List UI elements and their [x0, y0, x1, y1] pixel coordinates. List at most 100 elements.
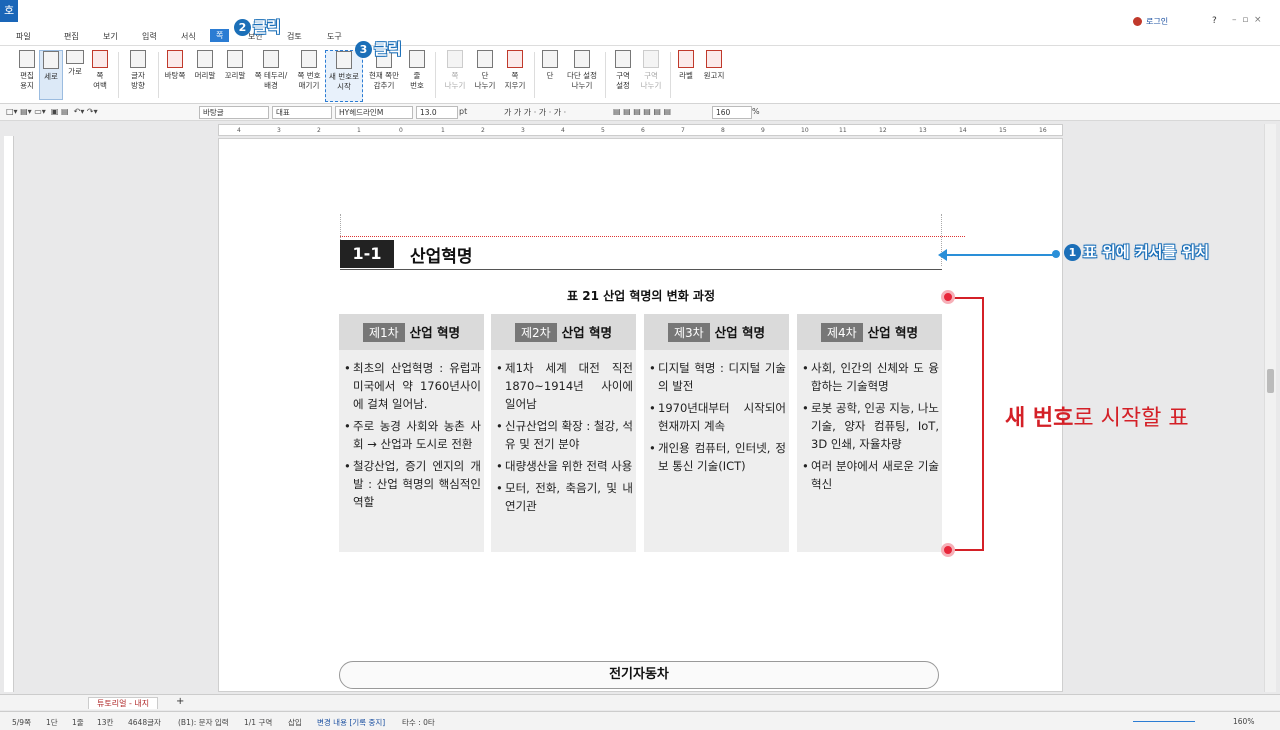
- list-item: 주로 농경 사회와 농촌 사회 → 산업과 도시로 전환: [344, 417, 481, 453]
- line-number-button[interactable]: 줄 번호: [405, 50, 429, 91]
- menu-insert[interactable]: 입력: [142, 31, 157, 42]
- table-column-3[interactable]: 제3차 산업 혁명 디지털 혁명 : 디지털 기술의 발전 1970년대부터 시작…: [644, 314, 789, 552]
- status-track[interactable]: 변경 내용 [기록 중지]: [317, 717, 385, 728]
- table-column-4[interactable]: 제4차 산업 혁명 사회, 인간의 신체와 도 융합하는 기술혁명 로봇 공학, …: [797, 314, 942, 552]
- column-title: 산업 혁명: [867, 325, 919, 340]
- ruler-number: 9: [761, 127, 765, 134]
- delete-page-label: 쪽 지우기: [504, 71, 526, 90]
- page-border-button[interactable]: 쪽 테두리/ 배경: [251, 50, 291, 91]
- next-section-box[interactable]: 전기자동차: [339, 661, 939, 689]
- status-input: (B1): 문자 입력: [178, 718, 229, 727]
- era-badge: 제1차: [362, 323, 405, 342]
- page-break-button[interactable]: 쪽 나누기: [442, 50, 468, 91]
- column-title: 산업 혁명: [409, 325, 461, 340]
- ruler-number: 12: [879, 127, 887, 134]
- toolbar-file-icons[interactable]: □▾ ▤▾ ▭▾ ▣ ▤ ↶▾ ↷▾: [6, 107, 98, 116]
- column-break-icon: [477, 50, 493, 68]
- ruler-number: 10: [801, 127, 809, 134]
- ruler-number: 8: [721, 127, 725, 134]
- zoom-input[interactable]: 160: [712, 106, 752, 119]
- header-label: 머리말: [194, 71, 216, 80]
- heading-number: 1-1: [340, 240, 394, 268]
- multi-column-button[interactable]: 다단 설정 나누기: [564, 50, 600, 91]
- table-caption[interactable]: 표 21 산업 혁명의 변화 과정: [340, 287, 942, 304]
- text-direction-button[interactable]: 글자 방향: [124, 50, 152, 91]
- help-button[interactable]: ?: [1212, 16, 1217, 26]
- footer-label: 꼬리말: [224, 71, 246, 80]
- style-select[interactable]: 바탕글: [199, 106, 269, 119]
- list-item: 1970년대부터 시작되어 현재까지 계속: [649, 399, 786, 435]
- page-break-label: 쪽 나누기: [444, 71, 466, 90]
- table-column-2[interactable]: 제2차 산업 혁명 제1차 세계 대전 직전 1870~1914년 사이에 일어남…: [491, 314, 636, 552]
- status-typo: 타수 : 0타: [402, 718, 435, 727]
- landscape-button[interactable]: 가로: [63, 50, 87, 77]
- section-break-button[interactable]: 구역 나누기: [638, 50, 664, 91]
- hwp-window: 호 로그인 ? – ▫ × 파일 편집 보기 입력 서식 쪽 보안 검토 도구 …: [0, 0, 1280, 730]
- manuscript-button[interactable]: 원고지: [700, 50, 728, 81]
- char-format-icons[interactable]: 가 가 가 · 가 · 가 ·: [504, 107, 566, 118]
- status-zoom[interactable]: 160%: [1233, 717, 1254, 726]
- list-item: 사회, 인간의 신체와 도 융합하는 기술혁명: [802, 359, 939, 395]
- align-icons[interactable]: ▤ ▤ ▤ ▤ ▤ ▤: [613, 107, 671, 116]
- annotation-dot: [1052, 250, 1060, 258]
- footer-button[interactable]: 꼬리말: [222, 50, 248, 81]
- new-number-icon: [336, 51, 352, 69]
- list-item: 여러 분야에서 새로운 기술 혁신: [802, 457, 939, 493]
- vertical-scrollbar[interactable]: [1264, 124, 1276, 692]
- label-icon: [678, 50, 694, 68]
- section-heading[interactable]: 1-1 산업혁명: [340, 238, 942, 270]
- section-setting-button[interactable]: 구역 설정: [610, 50, 636, 91]
- header-button[interactable]: 머리말: [192, 50, 218, 81]
- page-margin-label: 쪽 여백: [93, 71, 107, 90]
- horizontal-ruler[interactable]: 4 3 2 1 0 1 2 3 4 5 6 7 8 9 10 11 12 13 …: [218, 124, 1063, 136]
- vertical-ruler[interactable]: [4, 136, 14, 692]
- master-page-label: 바탕쪽: [164, 71, 186, 80]
- font-size-input[interactable]: 13.0: [416, 106, 458, 119]
- doc-tab[interactable]: 튜토리얼 - 내지: [88, 697, 159, 709]
- app-logo-icon[interactable]: 호: [0, 0, 18, 22]
- paper-icon: [19, 50, 35, 68]
- edit-paper-button[interactable]: 편집 용지: [12, 50, 42, 91]
- ruler-number: 16: [1039, 127, 1047, 134]
- scroll-thumb[interactable]: [1267, 369, 1274, 393]
- menu-tools[interactable]: 도구: [327, 31, 342, 42]
- zoom-unit[interactable]: %: [752, 107, 760, 116]
- page-margin-button[interactable]: 쪽 여백: [88, 50, 112, 91]
- columns-button[interactable]: 단: [539, 50, 561, 81]
- step1-number: 1: [1064, 244, 1081, 261]
- table-column-1[interactable]: 제1차 산업 혁명 최초의 산업혁명 : 유럽과 미국에서 약 1760년사이에 …: [339, 314, 484, 552]
- menu-bar: 파일 편집 보기 입력 서식 쪽 보안 검토 도구: [0, 28, 1280, 46]
- era-badge: 제3차: [667, 323, 710, 342]
- font-size-unit[interactable]: pt: [459, 107, 467, 116]
- label-label: 라벨: [679, 71, 693, 80]
- menu-review[interactable]: 검토: [287, 31, 302, 42]
- window-controls[interactable]: – ▫ ×: [1232, 15, 1262, 25]
- delete-page-icon: [507, 50, 523, 68]
- portrait-button[interactable]: 세로: [39, 50, 63, 100]
- zoom-slider[interactable]: [1133, 721, 1195, 722]
- section-break-icon: [643, 50, 659, 68]
- ruler-number: 1: [357, 127, 361, 134]
- add-tab-button[interactable]: +: [176, 696, 184, 707]
- menu-format[interactable]: 서식: [181, 31, 196, 42]
- menu-file[interactable]: 파일: [16, 31, 31, 42]
- font-select[interactable]: HY헤드라인M: [335, 106, 413, 119]
- divider: [605, 52, 606, 98]
- ruler-number: 6: [641, 127, 645, 134]
- master-page-button[interactable]: 바탕쪽: [162, 50, 188, 81]
- portrait-icon: [43, 51, 59, 69]
- login-link[interactable]: 로그인: [1146, 16, 1168, 27]
- columns-label: 단: [546, 71, 554, 80]
- section-setting-icon: [615, 50, 631, 68]
- column-break-button[interactable]: 단 나누기: [472, 50, 498, 91]
- menu-edit[interactable]: 편집: [64, 31, 79, 42]
- menu-page[interactable]: 쪽: [210, 29, 230, 42]
- menu-view[interactable]: 보기: [103, 31, 118, 42]
- page-number-button[interactable]: 쪽 번호 매기기: [294, 50, 324, 91]
- language-select[interactable]: 대표: [272, 106, 332, 119]
- label-button[interactable]: 라벨: [675, 50, 697, 81]
- step2-callout: 2 클릭: [234, 16, 281, 37]
- delete-page-button[interactable]: 쪽 지우기: [502, 50, 528, 91]
- ruler-number: 3: [521, 127, 525, 134]
- margin-icon: [92, 50, 108, 68]
